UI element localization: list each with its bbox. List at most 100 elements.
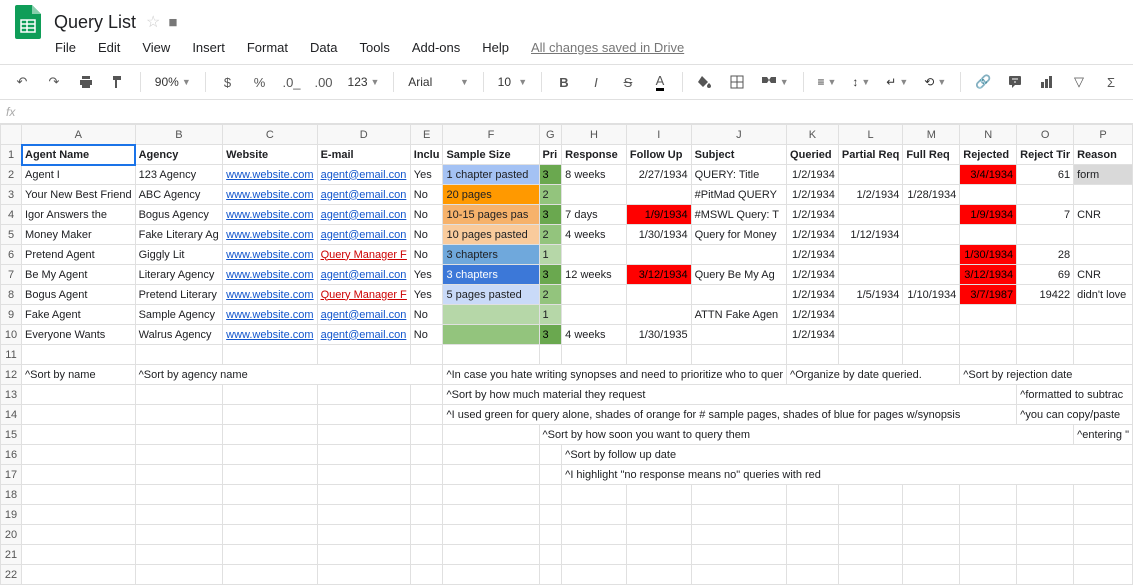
cell[interactable]: 1 (539, 245, 562, 265)
cell[interactable] (135, 465, 223, 485)
cell[interactable]: 1/9/1934 (960, 205, 1017, 225)
cell[interactable]: Fake Literary Ag (135, 225, 223, 245)
cell[interactable]: 1/2/1934 (787, 185, 839, 205)
cell[interactable]: Yes (410, 285, 443, 305)
cell[interactable]: 69 (1017, 265, 1074, 285)
row-header[interactable]: 12 (1, 365, 22, 385)
cell[interactable]: Sample Size (443, 145, 539, 165)
cell[interactable]: ^Sort by follow up date (562, 445, 1133, 465)
cell[interactable]: Response (562, 145, 627, 165)
cell[interactable]: Website (223, 145, 317, 165)
cell[interactable] (691, 345, 786, 365)
col-header[interactable]: P (1074, 125, 1133, 145)
menu-tools[interactable]: Tools (359, 40, 389, 55)
cell[interactable]: Reject Tir (1017, 145, 1074, 165)
cell[interactable] (1017, 225, 1074, 245)
cell[interactable] (960, 525, 1017, 545)
cell[interactable] (787, 545, 839, 565)
cell[interactable] (22, 545, 136, 565)
cell[interactable] (838, 525, 902, 545)
cell[interactable]: 1/2/1934 (787, 205, 839, 225)
cell[interactable] (443, 305, 539, 325)
cell[interactable] (960, 545, 1017, 565)
row-header[interactable]: 2 (1, 165, 22, 185)
cell[interactable] (838, 205, 902, 225)
cell[interactable] (626, 485, 691, 505)
cell[interactable] (903, 505, 960, 525)
cell[interactable] (562, 525, 627, 545)
cell[interactable] (838, 245, 902, 265)
cell[interactable] (539, 525, 562, 545)
cell[interactable]: 1/2/1934 (787, 305, 839, 325)
cell[interactable]: 7 (1017, 205, 1074, 225)
col-header[interactable]: K (787, 125, 839, 145)
cell[interactable] (691, 325, 786, 345)
cell[interactable] (410, 565, 443, 585)
cell[interactable] (1017, 345, 1074, 365)
cell[interactable]: ^Organize by date queried. (787, 365, 960, 385)
cell[interactable]: form (1074, 165, 1133, 185)
cell[interactable] (1074, 505, 1133, 525)
cell[interactable]: ^I used green for query alone, shades of… (443, 405, 1017, 425)
cell[interactable]: Be My Agent (22, 265, 136, 285)
cell[interactable] (317, 465, 410, 485)
cell[interactable] (443, 565, 539, 585)
cell[interactable] (1074, 545, 1133, 565)
cell[interactable] (22, 465, 136, 485)
cell[interactable]: agent@email.con (317, 165, 410, 185)
fontsize-select[interactable]: 10▼ (492, 69, 534, 95)
cell[interactable]: ^Sort by how much material they request (443, 385, 1017, 405)
cell[interactable] (691, 545, 786, 565)
cell[interactable]: Agent I (22, 165, 136, 185)
cell[interactable] (1074, 185, 1133, 205)
cell[interactable] (691, 565, 786, 585)
cell[interactable] (960, 305, 1017, 325)
cell[interactable] (1017, 505, 1074, 525)
cell[interactable]: agent@email.con (317, 225, 410, 245)
cell[interactable] (223, 545, 317, 565)
col-header[interactable]: H (562, 125, 627, 145)
cell[interactable]: Full Req (903, 145, 960, 165)
row-header[interactable]: 11 (1, 345, 22, 365)
cell[interactable]: Money Maker (22, 225, 136, 245)
cell[interactable] (317, 565, 410, 585)
cell[interactable]: 3 chapters (443, 245, 539, 265)
borders-icon[interactable] (723, 69, 751, 95)
cell[interactable] (960, 345, 1017, 365)
cell[interactable]: 3/4/1934 (960, 165, 1017, 185)
cell[interactable] (903, 545, 960, 565)
cell[interactable] (626, 505, 691, 525)
text-color-icon[interactable]: A (646, 69, 674, 95)
row-header[interactable]: 22 (1, 565, 22, 585)
cell[interactable]: Pri (539, 145, 562, 165)
cell[interactable] (223, 345, 317, 365)
print-icon[interactable] (72, 69, 100, 95)
cell[interactable] (443, 485, 539, 505)
cell[interactable] (539, 545, 562, 565)
cell[interactable] (626, 185, 691, 205)
row-header[interactable]: 7 (1, 265, 22, 285)
cell[interactable] (960, 325, 1017, 345)
cell[interactable] (1017, 565, 1074, 585)
paint-format-icon[interactable] (104, 69, 132, 95)
col-header[interactable] (1, 125, 22, 145)
cell[interactable] (410, 345, 443, 365)
cell[interactable] (903, 305, 960, 325)
cell[interactable]: 10 pages pasted (443, 225, 539, 245)
cell[interactable]: Igor Answers the (22, 205, 136, 225)
row-header[interactable]: 21 (1, 545, 22, 565)
cell[interactable] (223, 445, 317, 465)
cell[interactable]: 19422 (1017, 285, 1074, 305)
cell[interactable] (443, 545, 539, 565)
cell[interactable] (838, 545, 902, 565)
cell[interactable]: Agent Name (22, 145, 136, 165)
cell[interactable] (562, 245, 627, 265)
sheets-logo[interactable] (8, 2, 48, 42)
cell[interactable]: Bogus Agency (135, 205, 223, 225)
row-header[interactable]: 1 (1, 145, 22, 165)
cell[interactable] (562, 565, 627, 585)
cell[interactable]: 1/10/1934 (903, 285, 960, 305)
cell[interactable]: Bogus Agent (22, 285, 136, 305)
cell[interactable]: Yes (410, 265, 443, 285)
cell[interactable]: CNR (1074, 205, 1133, 225)
